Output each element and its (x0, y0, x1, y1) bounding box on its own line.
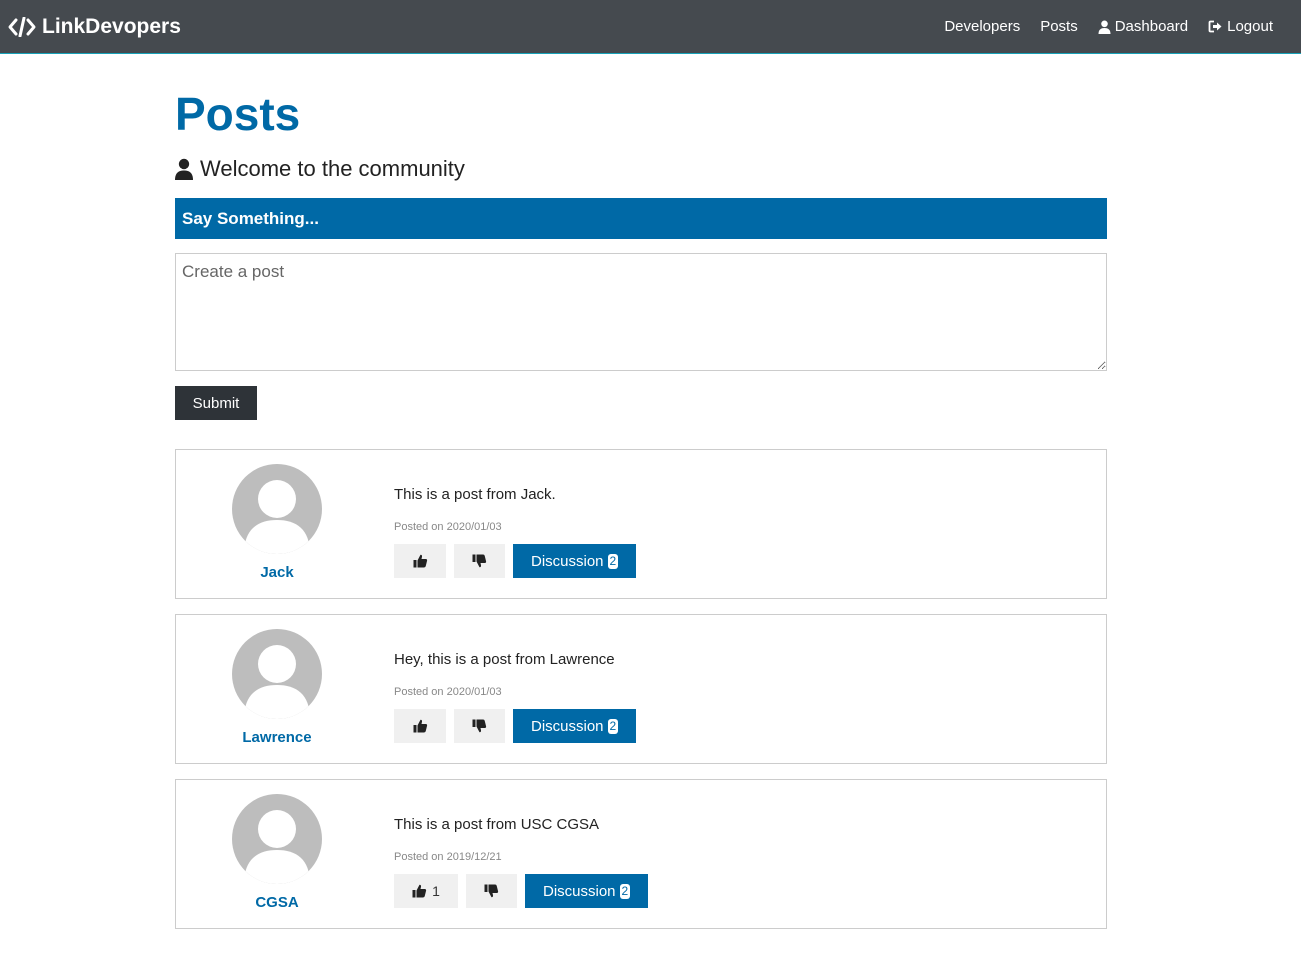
like-button[interactable] (394, 709, 446, 743)
post-author: CGSA (176, 780, 378, 928)
post-body: Hey, this is a post from Lawrence Posted… (394, 615, 637, 743)
post-form-header-label: Say Something... (182, 208, 319, 228)
discussion-button[interactable]: Discussion 2 (525, 874, 649, 908)
like-count: 1 (432, 883, 440, 899)
avatar[interactable] (232, 794, 322, 884)
default-avatar-icon (244, 480, 310, 554)
navbar: LinkDevopers Developers Posts Dashboard … (0, 0, 1301, 54)
discussion-button[interactable]: Discussion 2 (513, 544, 637, 578)
post-form-header: Say Something... (175, 198, 1107, 239)
like-button[interactable] (394, 544, 446, 578)
post-date: Posted on 2019/12/21 (394, 851, 502, 863)
nav-logout-label: Logout (1227, 18, 1273, 35)
create-post-textarea[interactable] (175, 253, 1107, 371)
post-actions: Discussion 2 (394, 544, 637, 578)
nav-logout-link[interactable]: Logout (1208, 18, 1273, 35)
main-content: Posts Welcome to the community Say Somet… (175, 54, 1107, 929)
post-item: CGSA This is a post from USC CGSA Posted… (175, 779, 1107, 929)
nav-dashboard-link[interactable]: Dashboard (1098, 18, 1188, 35)
nav-developers-link[interactable]: Developers (944, 18, 1020, 35)
nav-posts-link[interactable]: Posts (1040, 18, 1078, 35)
post-text: This is a post from Jack. (394, 486, 556, 503)
post-actions: Discussion 2 (394, 709, 637, 743)
comment-count-badge: 2 (607, 553, 619, 569)
page-title: Posts (175, 88, 301, 140)
brand-name: LinkDevopers (42, 14, 181, 38)
like-button[interactable]: 1 (394, 874, 458, 908)
thumbs-down-icon (472, 719, 487, 733)
author-name[interactable]: CGSA (255, 894, 298, 911)
post-author: Jack (176, 450, 378, 598)
thumbs-down-icon (484, 884, 499, 898)
thumbs-up-icon (413, 554, 427, 568)
nav-dashboard-label: Dashboard (1114, 18, 1189, 35)
thumbs-up-icon (413, 719, 427, 733)
code-icon (8, 16, 36, 37)
user-icon (1098, 20, 1111, 34)
avatar[interactable] (232, 629, 322, 719)
comment-count-badge: 2 (607, 718, 619, 734)
post-actions: 1 Discussion 2 (394, 874, 649, 908)
posts-list: Jack This is a post from Jack. Posted on… (175, 449, 1107, 929)
default-avatar-icon (244, 645, 310, 719)
author-name[interactable]: Jack (260, 564, 293, 581)
author-name[interactable]: Lawrence (242, 729, 311, 746)
thumbs-down-icon (472, 554, 487, 568)
user-icon (175, 158, 193, 180)
unlike-button[interactable] (454, 709, 505, 743)
post-author: Lawrence (176, 615, 378, 763)
discussion-label: Discussion (543, 882, 616, 900)
post-date: Posted on 2020/01/03 (394, 686, 502, 698)
nav-links: Developers Posts Dashboard Logout (924, 18, 1273, 35)
welcome-text: Welcome to the community (175, 152, 1107, 186)
default-avatar-icon (244, 810, 310, 884)
post-item: Lawrence Hey, this is a post from Lawren… (175, 614, 1107, 764)
discussion-label: Discussion (531, 552, 604, 570)
post-text: Hey, this is a post from Lawrence (394, 651, 615, 668)
discussion-label: Discussion (531, 717, 604, 735)
nav-developers-label: Developers (944, 18, 1021, 35)
avatar[interactable] (232, 464, 322, 554)
post-body: This is a post from USC CGSA Posted on 2… (394, 780, 649, 908)
post-date: Posted on 2020/01/03 (394, 521, 502, 533)
unlike-button[interactable] (454, 544, 505, 578)
brand-link[interactable]: LinkDevopers (8, 15, 181, 39)
unlike-button[interactable] (466, 874, 517, 908)
welcome-label: Welcome to the community (200, 156, 465, 181)
discussion-button[interactable]: Discussion 2 (513, 709, 637, 743)
thumbs-up-icon (412, 884, 427, 898)
comment-count-badge: 2 (619, 883, 631, 899)
sign-out-icon (1208, 20, 1222, 33)
post-text: This is a post from USC CGSA (394, 816, 600, 833)
submit-button[interactable]: Submit (175, 386, 257, 420)
post-item: Jack This is a post from Jack. Posted on… (175, 449, 1107, 599)
nav-posts-label: Posts (1040, 18, 1078, 35)
post-body: This is a post from Jack. Posted on 2020… (394, 450, 637, 578)
